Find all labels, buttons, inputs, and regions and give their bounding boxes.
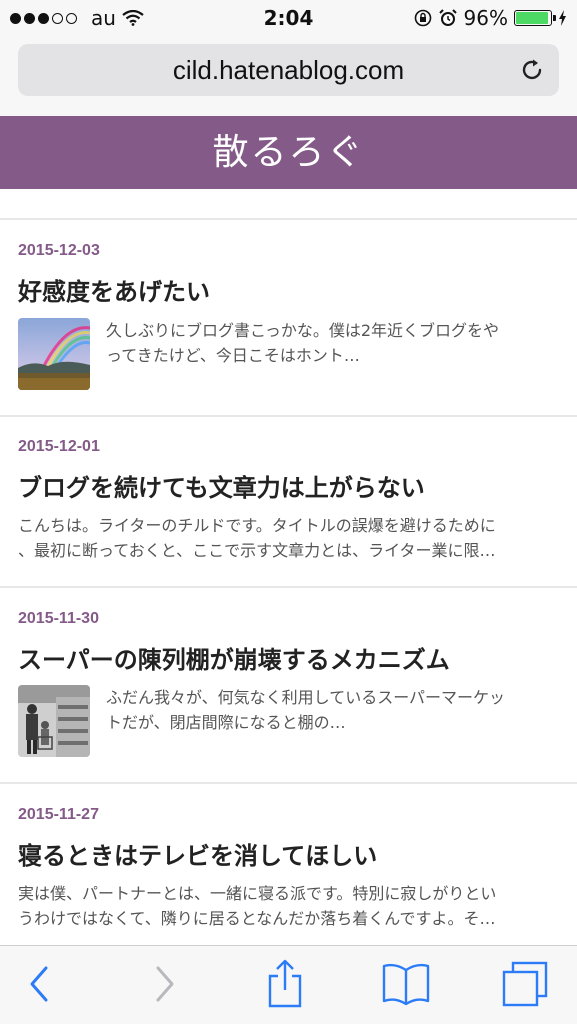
charging-bolt-icon bbox=[559, 10, 566, 26]
blog-title[interactable]: 散るろぐ bbox=[0, 116, 577, 189]
battery-icon bbox=[514, 10, 556, 26]
supermarket-photo-thumbnail[interactable] bbox=[18, 685, 90, 757]
excerpt-line[interactable]: 実は僕、パートナーとは、一緒に寝る派です。特別に寂しがりとい bbox=[18, 881, 563, 906]
entry-excerpt[interactable]: 久しぶりにブログ書こっかな。僕は2年近くブログをや ってきたけど、今日こそはホン… bbox=[106, 318, 558, 368]
back-icon[interactable] bbox=[26, 962, 52, 1006]
entry-item[interactable]: 2015-12-01 ブログを続けても文章力は上がらない こんちは。ライターのチ… bbox=[0, 417, 577, 588]
entry-list: 2015-12-03 好感度をあげたい 久しぶりにブログ書こっかな。僕は2年近く… bbox=[0, 189, 577, 945]
entry-title[interactable]: 好感度をあげたい bbox=[18, 272, 210, 307]
battery-fill bbox=[516, 12, 549, 24]
battery-percent: 96% bbox=[463, 6, 508, 30]
rainbow-landscape-thumbnail[interactable] bbox=[18, 318, 90, 390]
browser-toolbar bbox=[0, 945, 577, 1024]
entry-title[interactable]: 寝るときはテレビを消してほしい bbox=[18, 836, 377, 871]
alarm-icon bbox=[438, 9, 457, 26]
entry-title[interactable]: スーパーの陳列棚が崩壊するメカニズム bbox=[18, 640, 450, 675]
reload-icon[interactable] bbox=[519, 57, 545, 83]
excerpt-line[interactable]: 、最初に断っておくと、ここで示す文章力とは、ライター業に限… bbox=[18, 538, 563, 563]
address-bar[interactable]: cild.hatenablog.com bbox=[18, 44, 559, 96]
status-right: 96% bbox=[414, 6, 567, 30]
entry-item[interactable]: 2015-11-27 寝るときはテレビを消してほしい 実は僕、パートナーとは、一… bbox=[0, 784, 577, 945]
excerpt-line[interactable]: トだが、閉店間際になると棚の… bbox=[106, 710, 558, 735]
excerpt-line[interactable]: こんちは。ライターのチルドです。タイトルの誤爆を避けるために bbox=[18, 513, 563, 538]
excerpt-line[interactable]: ってきたけど、今日こそはホント… bbox=[106, 343, 558, 368]
rotation-lock-icon bbox=[414, 9, 431, 27]
excerpt-line[interactable]: ふだん我々が、何気なく利用しているスーパーマーケッ bbox=[106, 685, 558, 710]
url-text[interactable]: cild.hatenablog.com bbox=[18, 55, 559, 86]
share-icon[interactable] bbox=[266, 958, 304, 1008]
entry-date[interactable]: 2015-11-30 bbox=[18, 610, 99, 628]
entry-excerpt[interactable]: ふだん我々が、何気なく利用しているスーパーマーケッ トだが、閉店間際になると棚の… bbox=[106, 685, 558, 735]
bookmarks-icon[interactable] bbox=[381, 962, 431, 1006]
entry-title[interactable]: ブログを続けても文章力は上がらない bbox=[18, 468, 425, 503]
entry-date[interactable]: 2015-12-03 bbox=[18, 242, 100, 260]
entry-item[interactable]: 2015-12-03 好感度をあげたい 久しぶりにブログ書こっかな。僕は2年近く… bbox=[0, 220, 577, 417]
blog-header[interactable]: 散るろぐ bbox=[0, 116, 577, 189]
entry-date[interactable]: 2015-11-27 bbox=[18, 806, 99, 824]
excerpt-line[interactable]: うわけではなくて、隣りに居るとなんだか落ち着くんですよ。そ… bbox=[18, 906, 563, 931]
entry-excerpt[interactable]: 実は僕、パートナーとは、一緒に寝る派です。特別に寂しがりとい うわけではなくて、… bbox=[18, 881, 563, 931]
entry-excerpt[interactable]: こんちは。ライターのチルドです。タイトルの誤爆を避けるために 、最初に断っておく… bbox=[18, 513, 563, 563]
status-bar: au 2:04 96% bbox=[0, 0, 577, 38]
forward-icon[interactable] bbox=[152, 962, 178, 1006]
entry-item[interactable]: 2015-11-30 スーパーの陳列棚が崩壊するメカニズム ふだん我々が、何気な… bbox=[0, 588, 577, 784]
entry-date[interactable]: 2015-12-01 bbox=[18, 438, 100, 456]
tabs-icon[interactable] bbox=[500, 960, 550, 1008]
excerpt-line[interactable]: 久しぶりにブログ書こっかな。僕は2年近くブログをや bbox=[106, 318, 558, 343]
